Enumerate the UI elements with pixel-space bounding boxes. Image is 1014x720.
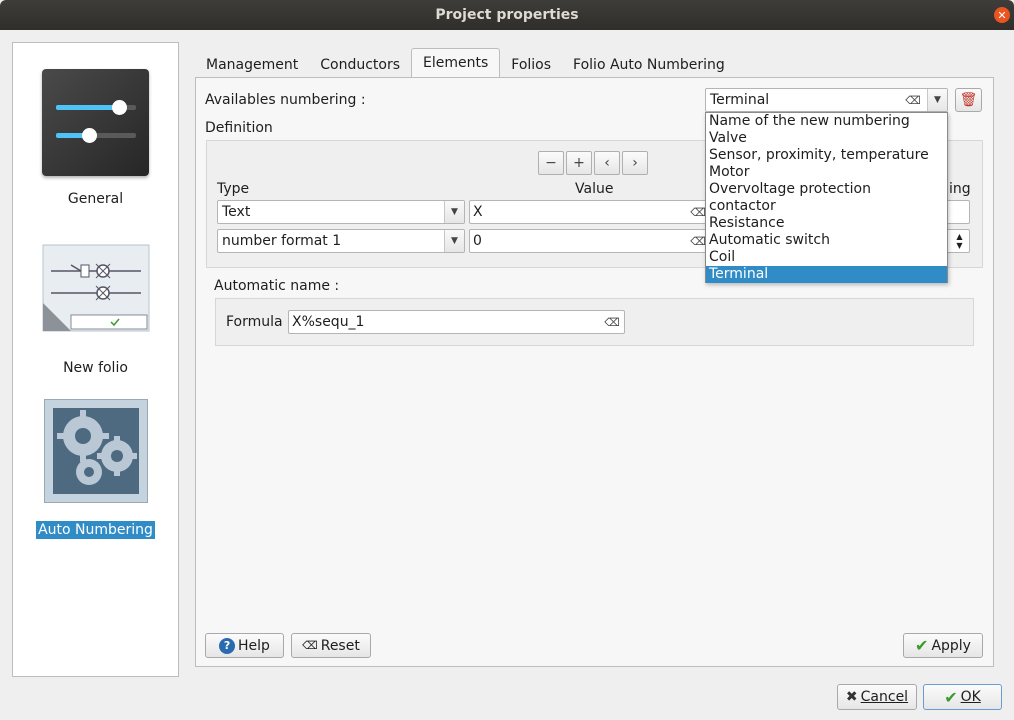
numbering-select[interactable]: Terminal ⌫ ▼ [705, 88, 948, 112]
tab-folios[interactable]: Folios [500, 48, 562, 78]
numbering-select-value: Terminal [710, 92, 770, 108]
clear-icon[interactable]: ⌫ [905, 94, 921, 107]
chevron-right-icon: › [632, 155, 638, 171]
dropdown-option[interactable]: Overvoltage protection [706, 181, 947, 198]
tab-management[interactable]: Management [195, 48, 309, 78]
clear-icon: ⌫ [302, 639, 318, 652]
row-increase-spinbox[interactable] [946, 200, 970, 224]
folio-schematic-icon [41, 243, 151, 335]
tab-folio-auto-numbering[interactable]: Folio Auto Numbering [562, 48, 736, 78]
row-value-input[interactable]: X ⌫ [469, 200, 709, 224]
move-right-button[interactable]: › [622, 151, 648, 175]
sidebar-item-label: General [67, 191, 124, 207]
spin-down-icon[interactable]: ▼ [956, 241, 962, 250]
ok-button[interactable]: ✔ OK [923, 684, 1002, 710]
chevron-down-icon[interactable]: ▼ [444, 201, 464, 223]
formula-label: Formula [226, 314, 283, 330]
dropdown-option[interactable]: Name of the new numbering [706, 113, 947, 130]
chevron-down-icon[interactable]: ▼ [444, 230, 464, 252]
delete-numbering-button[interactable]: 🗑 [955, 88, 982, 112]
column-type-header: Type [217, 181, 250, 197]
help-icon: ? [219, 637, 236, 654]
dropdown-option[interactable]: contactor [706, 198, 947, 215]
sidebar-item-auto-numbering[interactable]: Auto Numbering [13, 399, 178, 539]
help-button-label: Help [238, 637, 270, 654]
ok-button-label: OK [960, 689, 981, 705]
add-row-button[interactable]: + [566, 151, 592, 175]
sidebar-item-label: Auto Numbering [36, 521, 155, 539]
spin-up-icon[interactable]: ▲ [956, 232, 962, 241]
close-icon[interactable]: ✕ [994, 7, 1010, 23]
move-left-button[interactable]: ‹ [594, 151, 620, 175]
cancel-button[interactable]: ✖ Cancel [837, 684, 917, 710]
dropdown-option[interactable]: Motor [706, 164, 947, 181]
apply-button[interactable]: ✔ Apply [903, 633, 983, 658]
row-value-text: X [473, 204, 483, 220]
cancel-button-label: Cancel [860, 689, 909, 705]
dropdown-option[interactable]: Automatic switch [706, 232, 947, 249]
numbering-dropdown-list: Name of the new numbering Valve Sensor, … [705, 112, 948, 283]
check-icon: ✔ [944, 687, 958, 707]
dropdown-option[interactable]: Resistance [706, 215, 947, 232]
sidebar-item-new-folio[interactable]: New folio [13, 243, 178, 377]
tab-conductors[interactable]: Conductors [309, 48, 411, 78]
clear-icon[interactable]: ⌫ [690, 235, 706, 248]
automatic-name-label: Automatic name : [214, 278, 340, 294]
help-button[interactable]: ? Help [205, 633, 284, 658]
row-increase-spinbox[interactable]: ▲ ▼ [946, 229, 970, 253]
sidebar-item-general[interactable]: General [13, 69, 178, 208]
clear-icon[interactable]: ⌫ [604, 316, 620, 329]
dropdown-option[interactable]: Valve [706, 130, 947, 147]
tab-bar: Management Conductors Elements Folios Fo… [195, 48, 736, 78]
dropdown-option[interactable]: Sensor, proximity, temperature [706, 147, 947, 164]
chevron-down-icon[interactable]: ▼ [927, 89, 947, 111]
sidebar-item-label: New folio [63, 360, 128, 376]
dropdown-option[interactable]: Coil [706, 249, 947, 266]
dropdown-option-selected[interactable]: Terminal [706, 266, 947, 283]
plus-icon: + [573, 155, 585, 171]
column-value-header: Value [575, 181, 614, 197]
reset-button-label: Reset [320, 637, 360, 654]
definition-label: Definition [205, 120, 273, 136]
category-sidebar: General New folio Auto Numbering [12, 42, 179, 677]
availables-numbering-label: Availables numbering : [205, 92, 366, 108]
chevron-left-icon: ‹ [604, 155, 610, 171]
formula-value: X%sequ_1 [292, 314, 365, 330]
gears-icon [43, 399, 148, 503]
tab-elements[interactable]: Elements [411, 48, 501, 78]
title-bar: Project properties ✕ [0, 0, 1014, 30]
apply-button-label: Apply [931, 637, 971, 654]
reset-button[interactable]: ⌫ Reset [291, 633, 371, 658]
remove-row-button[interactable]: − [538, 151, 564, 175]
trash-icon: 🗑 [959, 92, 978, 108]
check-icon: ✔ [915, 636, 929, 655]
window-title: Project properties [435, 7, 579, 23]
formula-input[interactable]: X%sequ_1 ⌫ [288, 310, 625, 334]
row-type-value: Text [222, 204, 251, 220]
column-increase-header: ing [949, 181, 971, 197]
row-type-select[interactable]: Text ▼ [217, 200, 465, 224]
row-value-input[interactable]: 0 ⌫ [469, 229, 709, 253]
minus-icon: − [545, 155, 557, 171]
row-type-value: number format 1 [222, 233, 342, 249]
row-type-select[interactable]: number format 1 ▼ [217, 229, 465, 253]
sliders-icon [42, 69, 149, 176]
cancel-icon: ✖ [845, 689, 858, 705]
clear-icon[interactable]: ⌫ [690, 206, 706, 219]
row-value-text: 0 [473, 233, 482, 249]
